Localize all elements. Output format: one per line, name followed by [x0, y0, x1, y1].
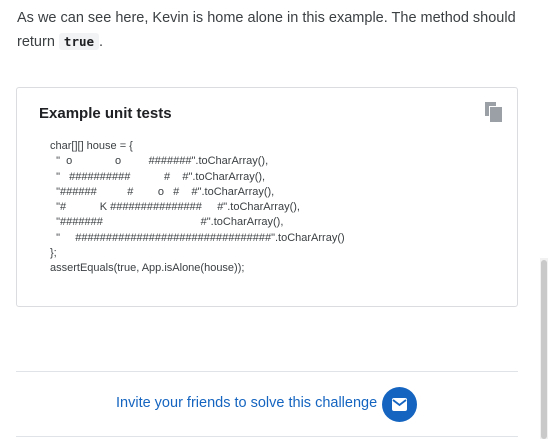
copy-icon[interactable]: [485, 102, 503, 122]
intro-paragraph: As we can see here, Kevin is home alone …: [17, 6, 517, 54]
inline-code-true: true: [58, 33, 100, 50]
mail-icon: [392, 398, 407, 411]
intro-text-end: .: [99, 34, 104, 50]
code-line: char[][] house = {: [50, 140, 133, 152]
code-line: "####### #".toCharArray(),: [50, 216, 284, 229]
code-line: " ########## # #".toCharArray(),: [50, 170, 266, 183]
code-line: "# K ############### #".toCharArray(),: [50, 201, 300, 214]
card-title: Example unit tests: [39, 105, 172, 122]
challenge-page: As we can see here, Kevin is home alone …: [0, 0, 548, 439]
code-line: "###### # o # #".toCharArray(),: [50, 185, 275, 198]
code-line: };: [50, 247, 57, 260]
scrollbar-thumb[interactable]: [541, 260, 547, 439]
code-line: " o o #######".toCharArray(),: [50, 155, 269, 168]
code-line: " ################################".toCh…: [50, 231, 345, 244]
invite-friends-link[interactable]: Invite your friends to solve this challe…: [116, 395, 377, 411]
example-unit-tests-card: Example unit tests char[][] house = { " …: [16, 87, 518, 307]
code-block: char[][] house = { " o o #######".toChar…: [50, 139, 345, 277]
invite-mail-button[interactable]: [382, 387, 417, 422]
invite-row: Invite your friends to solve this challe…: [16, 373, 518, 436]
code-line: assertEquals(true, App.isAlone(house));: [50, 262, 245, 275]
divider-bottom: [16, 436, 518, 437]
divider-top: [16, 371, 518, 372]
